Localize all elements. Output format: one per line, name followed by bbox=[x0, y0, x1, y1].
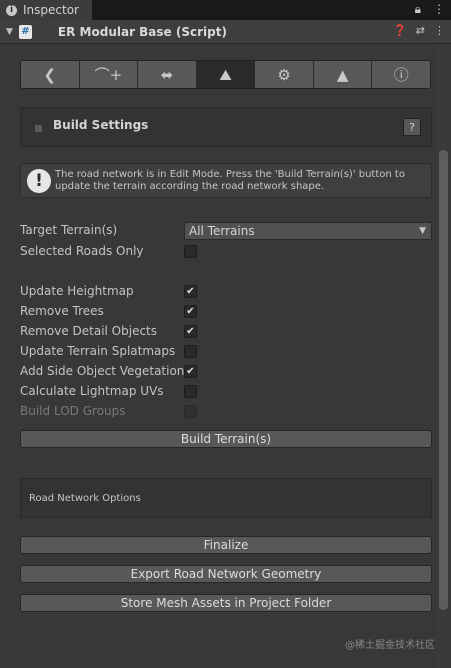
remove-trees-label: Remove Trees bbox=[20, 304, 104, 318]
build-settings-section: Build Settings ? bbox=[20, 107, 432, 147]
remove-detail-objects-checkbox[interactable]: ✔ bbox=[184, 325, 197, 338]
road-network-options-section[interactable]: Road Network Options bbox=[20, 478, 432, 518]
help-icon[interactable]: ❓ bbox=[393, 24, 407, 37]
tab-title: Inspector bbox=[23, 3, 79, 17]
build-lod-groups-label: Build LOD Groups bbox=[20, 404, 126, 418]
add-side-vegetation-label: Add Side Object Vegetation bbox=[20, 364, 185, 378]
preset-icon[interactable]: ⇄ bbox=[416, 24, 425, 37]
tab-inspector[interactable]: i Inspector bbox=[0, 0, 92, 20]
component-title: ER Modular Base (Script) bbox=[57, 24, 227, 39]
info-message-box: ! The road network is in Edit Mode. Pres… bbox=[20, 163, 432, 198]
selected-roads-only-row: Selected Roads Only bbox=[20, 243, 432, 261]
update-heightmap-row: Update Heightmap ✔ bbox=[20, 283, 432, 301]
road-network-options-label: Road Network Options bbox=[29, 493, 141, 504]
calculate-lightmap-uvs-row: Calculate Lightmap UVs bbox=[20, 383, 432, 401]
add-side-vegetation-row: Add Side Object Vegetation ✔ bbox=[20, 363, 432, 381]
tool-button-back[interactable]: ❮ bbox=[21, 61, 80, 88]
build-settings-label: Build Settings bbox=[53, 118, 149, 132]
foldout-arrow-icon[interactable]: ▼ bbox=[6, 27, 13, 37]
target-terrain-dropdown[interactable]: All Terrains ▼ bbox=[184, 222, 432, 240]
help-button[interactable]: ? bbox=[403, 118, 421, 136]
finalize-button[interactable]: Finalize bbox=[20, 536, 432, 554]
chevron-down-icon: ▼ bbox=[419, 226, 426, 236]
gear-icon: ⚙ bbox=[277, 65, 291, 84]
kebab-menu-icon[interactable]: ⋮ bbox=[434, 24, 445, 37]
selected-roads-only-checkbox[interactable] bbox=[184, 245, 197, 258]
info-icon: ⓘ bbox=[393, 66, 409, 84]
target-terrain-label: Target Terrain(s) bbox=[20, 223, 118, 237]
tool-button-terrain[interactable]: ⛰ bbox=[196, 61, 256, 88]
update-splatmaps-checkbox[interactable] bbox=[184, 345, 197, 358]
kebab-menu-icon[interactable]: ⋮ bbox=[433, 2, 445, 17]
warning-icon: ! bbox=[27, 169, 51, 193]
update-heightmap-label: Update Heightmap bbox=[20, 284, 134, 298]
build-lod-groups-checkbox bbox=[184, 405, 197, 418]
update-splatmaps-label: Update Terrain Splatmaps bbox=[20, 344, 176, 358]
selected-roads-only-label: Selected Roads Only bbox=[20, 244, 144, 258]
tab-bar: i Inspector 🔒︎ ⋮ bbox=[0, 0, 451, 20]
remove-detail-objects-label: Remove Detail Objects bbox=[20, 324, 158, 338]
calculate-lightmap-uvs-label: Calculate Lightmap UVs bbox=[20, 384, 164, 398]
tool-button-object[interactable]: ▲ bbox=[313, 61, 373, 88]
build-lod-groups-row: Build LOD Groups bbox=[20, 403, 432, 421]
lock-icon[interactable]: 🔒︎ bbox=[415, 2, 421, 17]
connection-icon: ⬌ bbox=[160, 65, 174, 84]
calculate-lightmap-uvs-checkbox[interactable] bbox=[184, 385, 197, 398]
store-mesh-assets-button[interactable]: Store Mesh Assets in Project Folder bbox=[20, 594, 432, 612]
info-icon: i bbox=[6, 4, 17, 16]
export-geometry-button[interactable]: Export Road Network Geometry bbox=[20, 565, 432, 583]
csharp-script-icon: # bbox=[18, 24, 32, 39]
target-terrain-row: Target Terrain(s) All Terrains ▼ bbox=[20, 222, 432, 240]
add-side-vegetation-checkbox[interactable]: ✔ bbox=[184, 365, 197, 378]
road-add-icon: ⌒+ bbox=[94, 66, 123, 84]
section-marker-icon bbox=[35, 125, 42, 132]
terrain-icon: ⛰ bbox=[219, 65, 232, 84]
remove-trees-row: Remove Trees ✔ bbox=[20, 303, 432, 321]
update-splatmaps-row: Update Terrain Splatmaps bbox=[20, 343, 432, 361]
back-arrow-icon: ❮ bbox=[43, 65, 57, 84]
scrollbar-thumb[interactable] bbox=[439, 150, 448, 610]
tool-bar: ❮ ⌒+ ⬌ ⛰ ⚙ ▲ ⓘ bbox=[20, 60, 431, 89]
tool-button-info[interactable]: ⓘ bbox=[372, 61, 430, 88]
remove-trees-checkbox[interactable]: ✔ bbox=[184, 305, 197, 318]
tool-button-connection[interactable]: ⬌ bbox=[138, 61, 197, 88]
component-header[interactable]: ▼ # ER Modular Base (Script) ❓ ⇄ ⋮ bbox=[0, 20, 451, 44]
build-terrain-button[interactable]: Build Terrain(s) bbox=[20, 430, 432, 448]
update-heightmap-checkbox[interactable]: ✔ bbox=[184, 285, 197, 298]
object-icon: ▲ bbox=[336, 65, 349, 84]
tool-button-add-road[interactable]: ⌒+ bbox=[79, 61, 139, 88]
info-message: The road network is in Edit Mode. Press … bbox=[55, 169, 405, 192]
tool-button-settings[interactable]: ⚙ bbox=[255, 61, 314, 88]
watermark: @稀土掘金技术社区 bbox=[345, 640, 435, 651]
remove-detail-objects-row: Remove Detail Objects ✔ bbox=[20, 323, 432, 341]
target-terrain-value: All Terrains bbox=[189, 224, 255, 238]
